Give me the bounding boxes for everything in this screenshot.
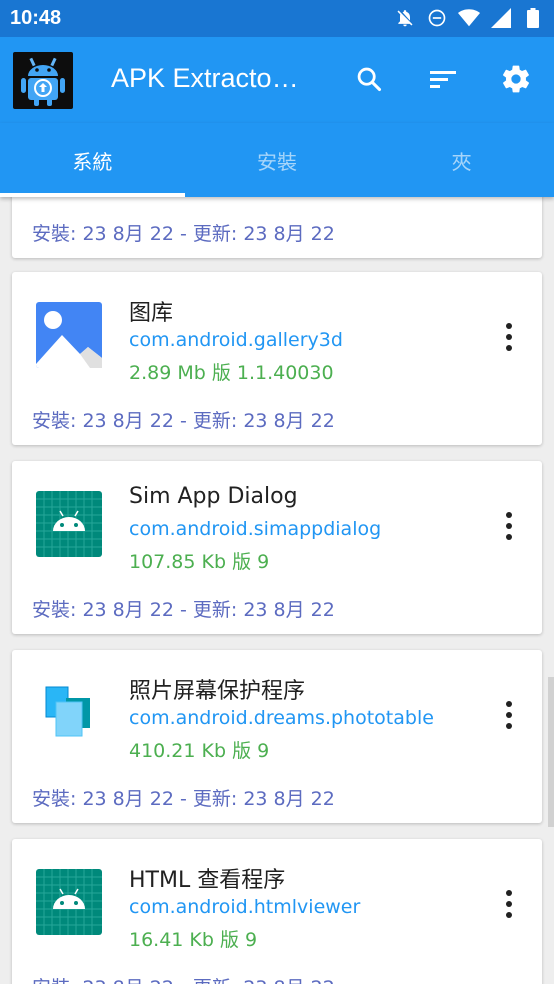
app-dates: 安裝: 23 8月 22 - 更新: 23 8月 22	[32, 223, 335, 245]
app-card[interactable]: 图库 com.android.gallery3d 2.89 Mb 版 1.1.4…	[12, 272, 542, 445]
photo-table-icon	[36, 680, 102, 746]
search-icon	[357, 67, 382, 92]
app-size-version: 107.85 Kb 版 9	[129, 551, 270, 573]
app-package: com.android.dreams.phototable	[129, 707, 434, 729]
app-card[interactable]: 安裝: 23 8月 22 - 更新: 23 8月 22	[12, 197, 542, 258]
wifi-icon	[458, 7, 480, 29]
app-card[interactable]: HTML 查看程序 com.android.htmlviewer 16.41 K…	[12, 839, 542, 984]
app-size-version: 410.21 Kb 版 9	[129, 740, 270, 762]
status-time: 10:48	[10, 7, 62, 29]
app-name: 照片屏幕保护程序	[129, 679, 306, 704]
tab-installed[interactable]: 安裝	[185, 123, 370, 197]
gallery-icon	[36, 302, 102, 368]
app-title: APK Extracto…	[111, 63, 299, 93]
do-not-disturb-icon	[426, 7, 448, 29]
app-dates: 安裝: 23 8月 22 - 更新: 23 8月 22	[32, 599, 335, 621]
tab-bar: 系統 安裝 夾	[0, 123, 554, 197]
app-bar: APK Extracto…	[0, 37, 554, 123]
apk-extractor-logo-icon	[13, 52, 73, 109]
settings-button[interactable]	[499, 62, 533, 96]
more-options-icon[interactable]	[504, 512, 514, 540]
search-button[interactable]	[352, 62, 386, 96]
status-icons	[394, 7, 544, 29]
app-package: com.android.gallery3d	[129, 329, 343, 351]
app-dates: 安裝: 23 8月 22 - 更新: 23 8月 22	[32, 410, 335, 432]
more-options-icon[interactable]	[504, 890, 514, 918]
app-dates: 安裝: 23 8月 22 - 更新: 23 8月 22	[32, 788, 335, 810]
sort-icon	[430, 71, 456, 88]
app-dates: 安裝: 23 8月 22 - 更新: 23 8月 22	[32, 973, 335, 984]
app-package: com.android.htmlviewer	[129, 896, 361, 918]
app-name: Sim App Dialog	[129, 484, 298, 509]
app-name: HTML 查看程序	[129, 868, 286, 893]
app-size-version: 2.89 Mb 版 1.1.40030	[129, 362, 334, 384]
notifications-off-icon	[394, 7, 416, 29]
settings-icon	[503, 65, 529, 93]
more-options-icon[interactable]	[504, 323, 514, 351]
android-app-icon	[36, 869, 102, 935]
status-bar: 10:48	[0, 0, 554, 37]
android-app-icon	[36, 491, 102, 557]
tab-system[interactable]: 系統	[0, 123, 185, 197]
scrollbar[interactable]	[548, 197, 554, 984]
battery-icon	[522, 7, 544, 29]
tab-folder[interactable]: 夾	[369, 123, 554, 197]
app-list: 安裝: 23 8月 22 - 更新: 23 8月 22 图库 com.andro…	[0, 197, 554, 984]
app-name: 图库	[129, 301, 174, 326]
sort-button[interactable]	[426, 62, 460, 96]
app-card[interactable]: Sim App Dialog com.android.simappdialog …	[12, 461, 542, 634]
more-options-icon[interactable]	[504, 701, 514, 729]
app-card[interactable]: 照片屏幕保护程序 com.android.dreams.phototable 4…	[12, 650, 542, 823]
app-package: com.android.simappdialog	[129, 518, 382, 540]
cellular-signal-icon	[490, 7, 512, 29]
scrollbar-thumb[interactable]	[548, 677, 554, 827]
app-size-version: 16.41 Kb 版 9	[129, 929, 258, 951]
